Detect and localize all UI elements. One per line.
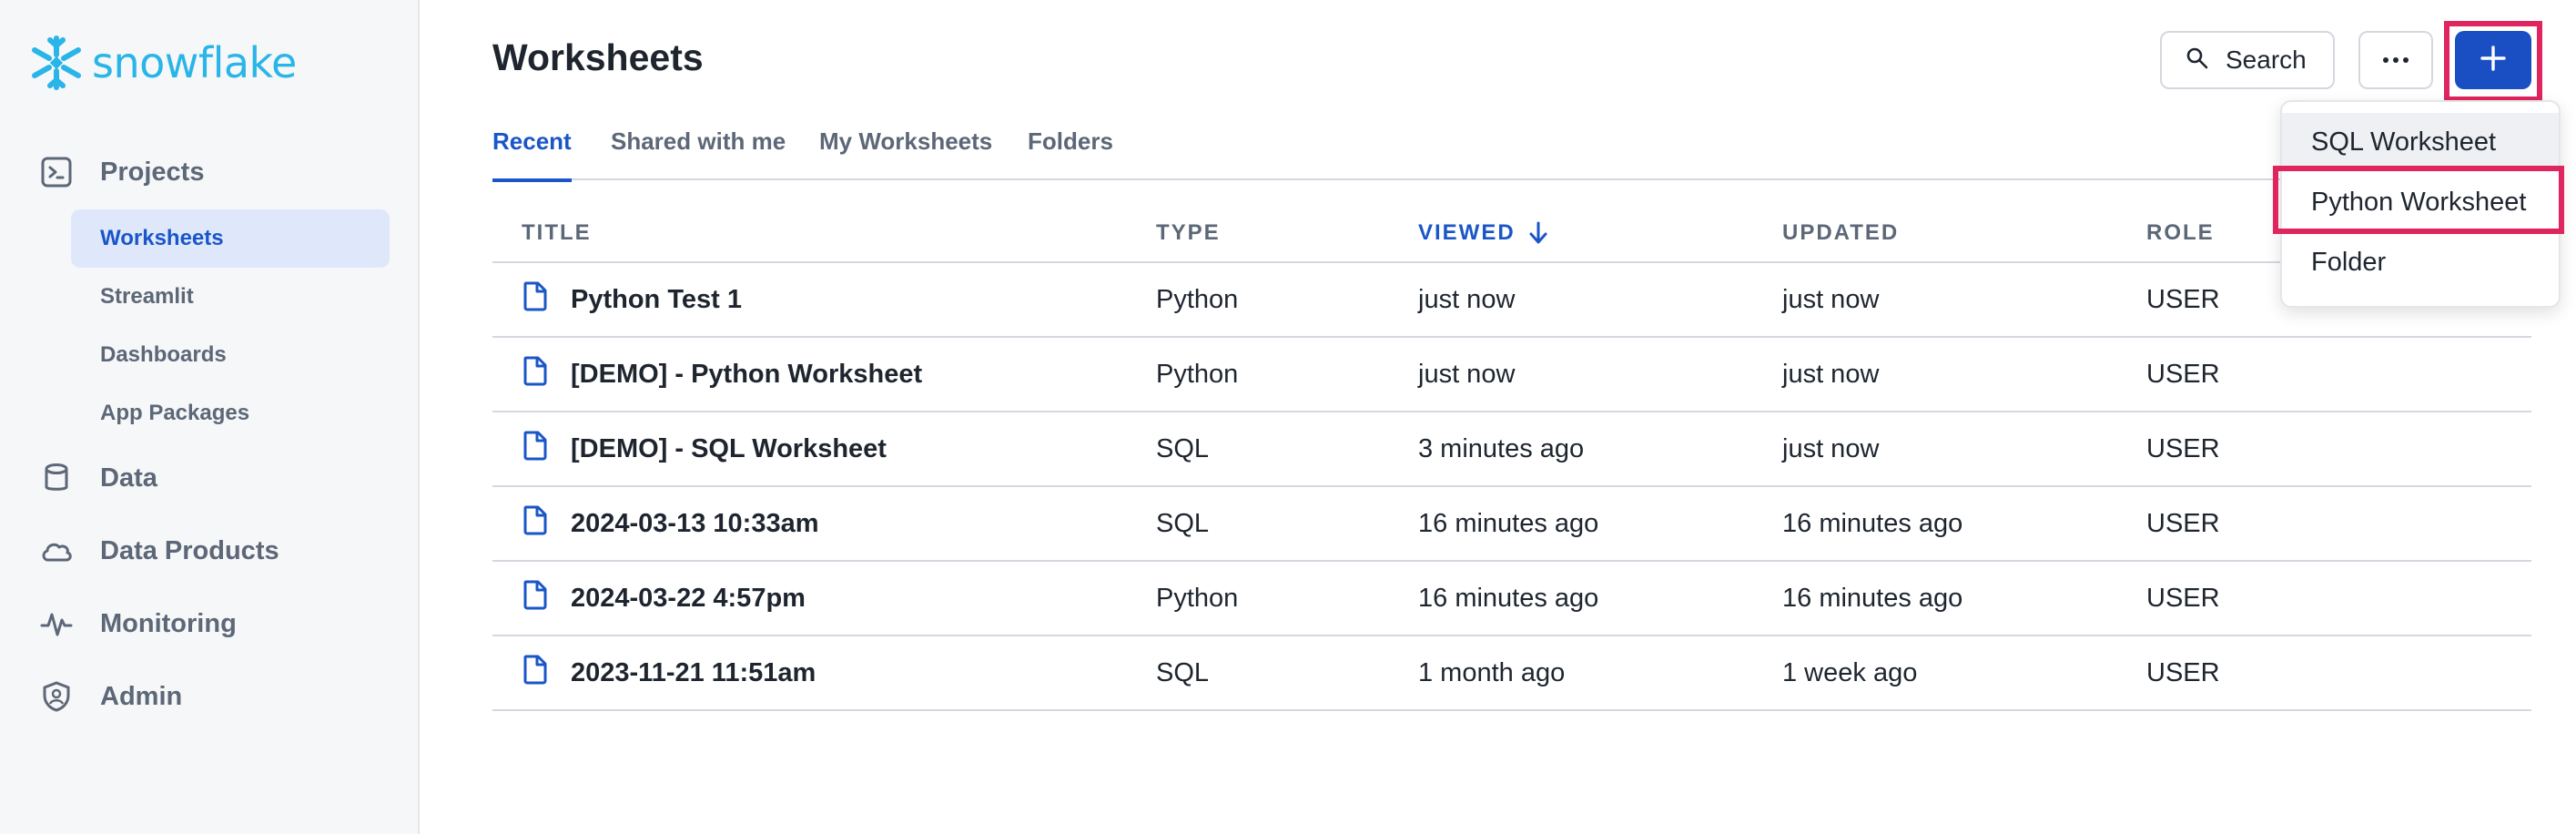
tab-folders[interactable]: Folders <box>1028 127 1113 180</box>
viewed-cell: 1 month ago <box>1418 657 1566 687</box>
viewed-cell: just now <box>1418 359 1516 389</box>
table-row[interactable]: Python Test 1 Python just now just now U… <box>492 263 2531 338</box>
menu-item-sql-worksheet[interactable]: SQL Worksheet <box>2282 113 2559 171</box>
column-header-role[interactable]: ROLE <box>2146 220 2215 246</box>
worksheet-title[interactable]: [DEMO] - Python Worksheet <box>571 360 922 390</box>
role-cell: USER <box>2146 508 2220 538</box>
role-cell: USER <box>2146 433 2220 463</box>
cloud-icon <box>38 533 75 569</box>
shield-user-icon <box>38 678 75 715</box>
sidebar-subitem-label: Dashboards <box>100 342 227 367</box>
file-icon <box>522 280 549 319</box>
viewed-cell: 16 minutes ago <box>1418 508 1599 538</box>
sidebar-subitem-label: Worksheets <box>100 226 224 250</box>
search-button[interactable]: Search <box>2160 31 2335 89</box>
sidebar-item-projects[interactable]: Projects <box>38 147 204 197</box>
table-row[interactable]: [DEMO] - SQL Worksheet SQL 3 minutes ago… <box>492 412 2531 487</box>
sidebar-subitem-label: App Packages <box>100 401 250 425</box>
arrow-down-icon <box>1528 221 1548 245</box>
file-icon <box>522 355 549 393</box>
menu-item-folder[interactable]: Folder <box>2282 233 2559 291</box>
sidebar-subitem-streamlit[interactable]: Streamlit <box>71 268 390 326</box>
worksheet-title[interactable]: 2024-03-13 10:33am <box>571 509 818 539</box>
sidebar-item-label: Data Products <box>100 535 279 565</box>
sidebar-subitem-label: Streamlit <box>100 284 194 309</box>
title-cell: [DEMO] - Python Worksheet <box>522 338 922 411</box>
brand-name: snowflake <box>92 38 297 87</box>
worksheet-title[interactable]: 2024-03-22 4:57pm <box>571 584 806 614</box>
sidebar-subitem-dashboards[interactable]: Dashboards <box>71 326 390 384</box>
title-cell: 2024-03-13 10:33am <box>522 487 818 560</box>
updated-cell: 16 minutes ago <box>1782 583 1963 613</box>
sidebar-item-data[interactable]: Data <box>38 453 157 503</box>
sidebar-subitem-app-packages[interactable]: App Packages <box>71 384 390 442</box>
worksheet-title[interactable]: 2023-11-21 11:51am <box>571 658 816 688</box>
database-icon <box>38 460 75 496</box>
column-header-type[interactable]: TYPE <box>1156 220 1221 246</box>
tab-my-worksheets[interactable]: My Worksheets <box>819 127 992 180</box>
plus-icon <box>2480 45 2507 76</box>
sidebar-item-label: Data <box>100 463 157 493</box>
viewed-cell: 16 minutes ago <box>1418 583 1599 613</box>
snowflake-logo-icon <box>32 36 81 90</box>
search-icon <box>2186 46 2209 75</box>
table-row[interactable]: 2023-11-21 11:51am SQL 1 month ago 1 wee… <box>492 636 2531 711</box>
tab-bar: Recent Shared with me My Worksheets Fold… <box>492 127 2531 182</box>
updated-cell: 1 week ago <box>1782 657 1918 687</box>
sidebar: snowflake Projects Worksheets Streamlit … <box>0 0 420 834</box>
python-worksheet-highlight <box>2273 166 2564 234</box>
type-cell: SQL <box>1156 433 1210 463</box>
column-header-label: VIEWED <box>1418 220 1516 245</box>
title-cell: [DEMO] - SQL Worksheet <box>522 412 887 485</box>
title-cell: Python Test 1 <box>522 263 742 336</box>
column-header-viewed[interactable]: VIEWED <box>1418 220 1548 246</box>
sidebar-item-admin[interactable]: Admin <box>38 672 182 721</box>
sidebar-item-monitoring[interactable]: Monitoring <box>38 599 237 648</box>
table-row[interactable]: [DEMO] - Python Worksheet Python just no… <box>492 338 2531 412</box>
updated-cell: just now <box>1782 359 1880 389</box>
add-button[interactable] <box>2455 31 2531 89</box>
file-icon <box>522 654 549 692</box>
column-header-updated[interactable]: UPDATED <box>1782 220 1899 246</box>
viewed-cell: just now <box>1418 284 1516 314</box>
page-title: Worksheets <box>492 36 704 78</box>
activity-icon <box>38 605 75 642</box>
file-icon <box>522 430 549 468</box>
table-row[interactable]: 2024-03-13 10:33am SQL 16 minutes ago 16… <box>492 487 2531 562</box>
worksheet-title[interactable]: [DEMO] - SQL Worksheet <box>571 434 887 464</box>
updated-cell: just now <box>1782 433 1880 463</box>
title-cell: 2023-11-21 11:51am <box>522 636 816 709</box>
type-cell: Python <box>1156 583 1239 613</box>
column-header-title[interactable]: TITLE <box>522 220 592 246</box>
tab-recent[interactable]: Recent <box>492 127 572 182</box>
ellipsis-icon <box>2382 52 2409 68</box>
more-options-button[interactable] <box>2358 31 2433 89</box>
sidebar-subitem-worksheets[interactable]: Worksheets <box>71 209 390 268</box>
file-icon <box>522 579 549 617</box>
sidebar-item-label: Monitoring <box>100 608 237 638</box>
type-cell: Python <box>1156 359 1239 389</box>
terminal-icon <box>38 154 75 190</box>
role-cell: USER <box>2146 583 2220 613</box>
tab-shared-with-me[interactable]: Shared with me <box>611 127 786 180</box>
search-button-label: Search <box>2226 46 2307 74</box>
sidebar-item-label: Projects <box>100 157 205 187</box>
viewed-cell: 3 minutes ago <box>1418 433 1585 463</box>
type-cell: SQL <box>1156 657 1210 687</box>
updated-cell: just now <box>1782 284 1880 314</box>
updated-cell: 16 minutes ago <box>1782 508 1963 538</box>
role-cell: USER <box>2146 284 2220 314</box>
snowflake-logo[interactable]: snowflake <box>26 33 297 93</box>
worksheet-title[interactable]: Python Test 1 <box>571 285 742 315</box>
type-cell: SQL <box>1156 508 1210 538</box>
title-cell: 2024-03-22 4:57pm <box>522 562 806 635</box>
sidebar-item-label: Admin <box>100 681 183 711</box>
type-cell: Python <box>1156 284 1239 314</box>
role-cell: USER <box>2146 657 2220 687</box>
file-icon <box>522 504 549 543</box>
sidebar-item-data-products[interactable]: Data Products <box>38 526 279 575</box>
role-cell: USER <box>2146 359 2220 389</box>
table-row[interactable]: 2024-03-22 4:57pm Python 16 minutes ago … <box>492 562 2531 636</box>
